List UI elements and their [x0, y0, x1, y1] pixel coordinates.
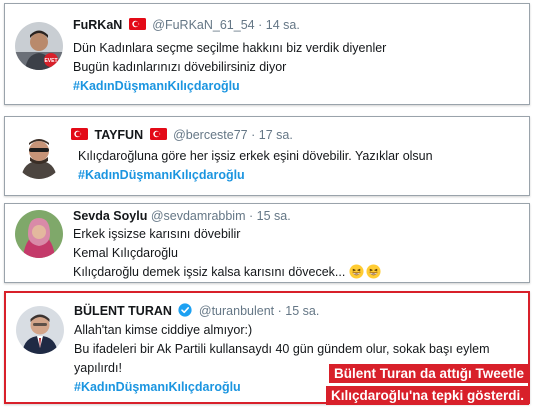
- avatar[interactable]: [15, 131, 63, 179]
- grinning-squint-face-icon: [366, 264, 381, 279]
- separator-dot: ·: [251, 128, 256, 142]
- timestamp[interactable]: 14 sa.: [266, 18, 300, 32]
- verified-badge-icon: [178, 303, 193, 317]
- tweet-line: Bugün kadınlarınızı dövebilirsiniz diyor: [73, 60, 287, 74]
- tweet-header: TAYFUN @berceste77 · 17 sa.: [71, 127, 293, 143]
- separator-dot: ·: [277, 304, 282, 318]
- svg-text:EVET: EVET: [44, 58, 57, 64]
- user-handle[interactable]: @berceste77: [173, 128, 248, 142]
- tweet-line-with-emoji: Kılıçdaroğlu demek işsiz kalsa karısını …: [73, 263, 381, 282]
- tweet-text: Kılıçdaroğluna göre her işsiz erkek eşin…: [78, 147, 433, 185]
- separator-dot: ·: [258, 18, 263, 32]
- avatar[interactable]: EVET: [15, 22, 63, 70]
- timestamp[interactable]: 15 sa.: [285, 304, 319, 318]
- tweet-card-tayfun[interactable]: TAYFUN @berceste77 · 17 sa. Kılıçdaroğlu…: [4, 116, 530, 196]
- tweet-card-sevda[interactable]: Sevda Soylu @sevdamrabbim · 15 sa. Erkek…: [4, 203, 530, 283]
- avatar[interactable]: [15, 210, 63, 258]
- grinning-squint-face-icon: [349, 264, 364, 279]
- tweet-header: BÜLENT TURAN @turanbulent · 15 sa.: [74, 303, 319, 319]
- display-name[interactable]: Sevda Soylu: [73, 209, 147, 223]
- user-handle[interactable]: @FuRKaN_61_54: [152, 18, 254, 32]
- turkish-flag-icon: [128, 18, 146, 30]
- tweet-text: Erkek işsizse karısını dövebilir Kemal K…: [73, 225, 381, 282]
- tweet-line: Dün Kadınlara seçme seçilme hakkını biz …: [73, 41, 387, 55]
- user-handle[interactable]: @sevdamrabbim: [151, 209, 246, 223]
- tweet-line: Kılıçdaroğluna göre her işsiz erkek eşin…: [78, 149, 433, 163]
- profile-photo-icon: [15, 131, 63, 179]
- profile-photo-icon: [15, 210, 63, 258]
- display-name[interactable]: FuRKaN: [73, 18, 122, 32]
- separator-dot: ·: [248, 209, 254, 223]
- tweet-card-furkan[interactable]: EVET FuRKaN @FuRKaN_61_54 · 14 sa. Dün K…: [4, 3, 530, 105]
- tweet-line: Kılıçdaroğlu demek işsiz kalsa karısını …: [73, 265, 346, 279]
- profile-photo-icon: EVET: [15, 22, 63, 70]
- tweet-header: Sevda Soylu @sevdamrabbim · 15 sa.: [73, 208, 291, 224]
- avatar[interactable]: [16, 306, 64, 354]
- tweet-line: Kemal Kılıçdaroğlu: [73, 246, 178, 260]
- turkish-flag-icon: [71, 128, 88, 140]
- user-handle[interactable]: @turanbulent: [199, 304, 274, 318]
- timestamp[interactable]: 15 sa.: [257, 209, 291, 223]
- timestamp[interactable]: 17 sa.: [259, 128, 293, 142]
- turkish-flag-icon: [149, 128, 167, 140]
- caption-line-1: Bülent Turan da attığı Tweetle: [328, 364, 529, 383]
- tweet-line: Bu ifadeleri bir Ak Partili kullansaydı …: [74, 342, 490, 356]
- tweet-line: Erkek işsizse karısını dövebilir: [73, 227, 241, 241]
- hashtag-link[interactable]: #KadınDüşmanıKılıçdaroğlu: [78, 166, 433, 185]
- profile-photo-icon: [16, 306, 64, 354]
- tweet-text: Dün Kadınlara seçme seçilme hakkını biz …: [73, 39, 386, 96]
- display-name[interactable]: BÜLENT TURAN: [74, 304, 172, 318]
- hashtag-link[interactable]: #KadınDüşmanıKılıçdaroğlu: [73, 77, 386, 96]
- caption-line-2: Kılıçdaroğlu'na tepki gösterdi.: [326, 386, 529, 405]
- tweet-line: Allah'tan kimse ciddiye almıyor:): [74, 323, 253, 337]
- display-name[interactable]: TAYFUN: [94, 128, 143, 142]
- tweet-header: FuRKaN @FuRKaN_61_54 · 14 sa.: [73, 17, 300, 33]
